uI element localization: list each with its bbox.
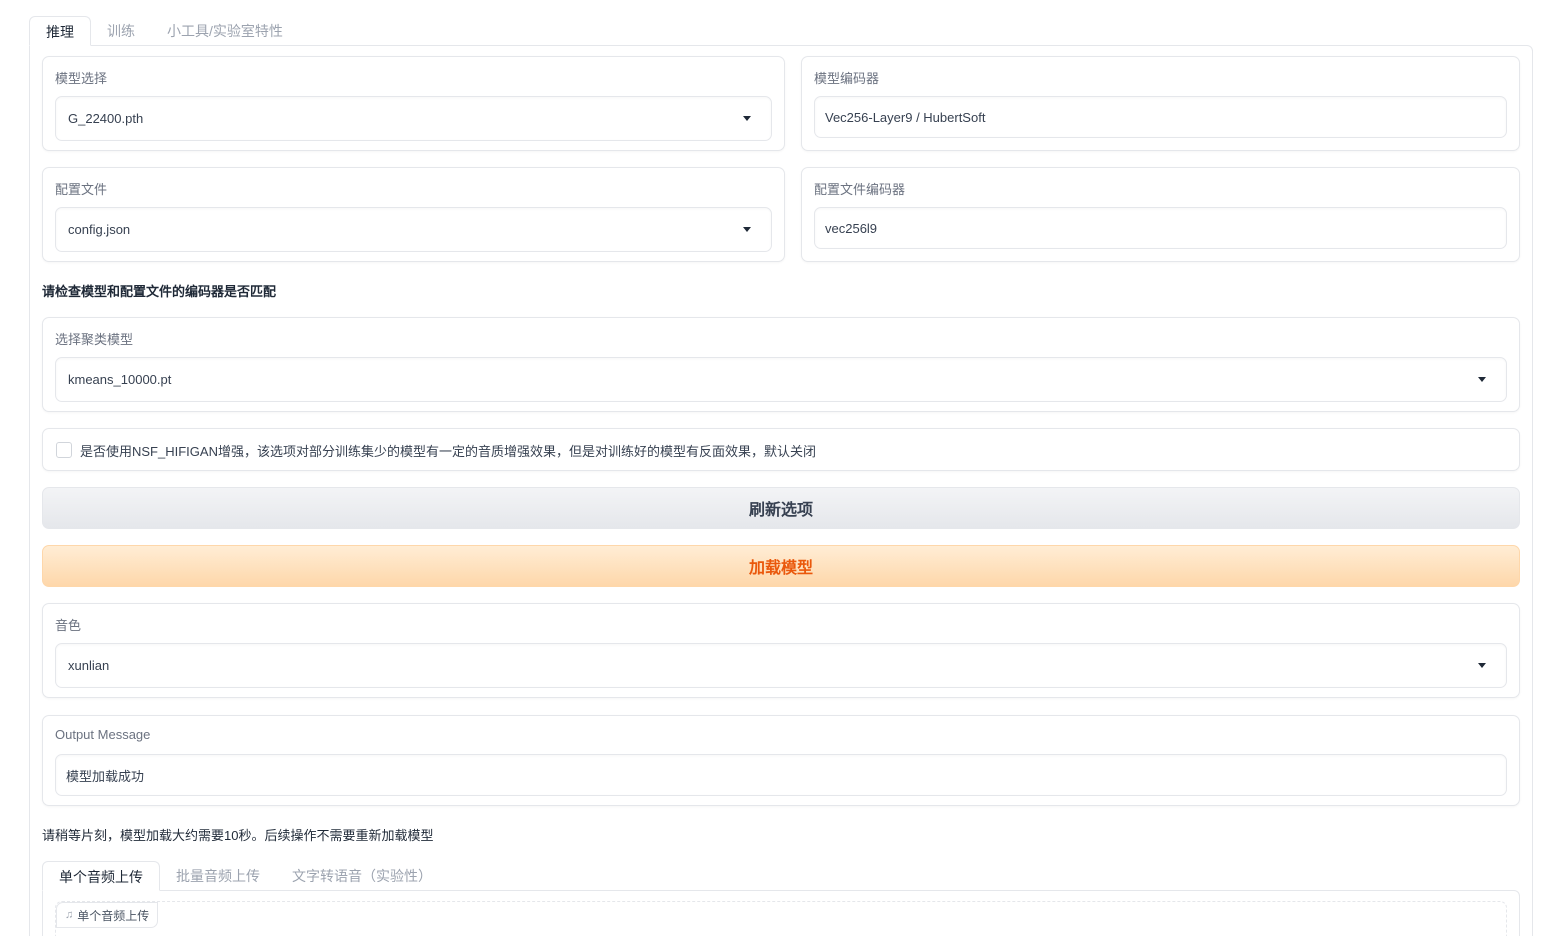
caret-down-icon	[1478, 376, 1486, 382]
cluster-model-dropdown[interactable]: kmeans_10000.pt	[55, 357, 1507, 402]
caret-down-icon	[1478, 662, 1486, 668]
model-encoder-label: 模型编码器	[814, 71, 880, 86]
tab-batch-audio[interactable]: 批量音频上传	[160, 861, 276, 891]
model-encoder-value: Vec256-Layer9 / HubertSoft	[825, 109, 986, 125]
nsf-hifigan-label[interactable]: 是否使用NSF_HIFIGAN增强，该选项对部分训练集少的模型有一定的音质增强效…	[80, 441, 816, 460]
config-encoder-block: 配置文件编码器 vec256l9	[801, 167, 1520, 262]
nsf-hifigan-checkbox[interactable]	[56, 442, 72, 458]
refresh-options-button[interactable]: 刷新选项	[42, 487, 1520, 529]
cluster-model-label: 选择聚类模型	[55, 332, 134, 347]
cluster-model-block: 选择聚类模型 kmeans_10000.pt	[42, 317, 1520, 412]
audio-tabbar: 单个音频上传 批量音频上传 文字转语音（实验性）	[42, 861, 448, 891]
config-encoder-label: 配置文件编码器	[814, 182, 906, 197]
output-message-field[interactable]: 模型加载成功	[55, 754, 1507, 796]
tab-tools-lab[interactable]: 小工具/实验室特性	[151, 16, 299, 46]
config-encoder-value: vec256l9	[825, 220, 878, 236]
load-model-button[interactable]: 加载模型	[42, 545, 1520, 587]
music-note-icon: ♫	[65, 909, 74, 921]
main-tabbar: 推理 训练 小工具/实验室特性	[29, 16, 299, 46]
speaker-dropdown[interactable]: xunlian	[55, 643, 1507, 688]
load-time-note: 请稍等片刻，模型加载大约需要10秒。后续操作不需要重新加载模型	[42, 828, 434, 843]
model-encoder-block: 模型编码器 Vec256-Layer9 / HubertSoft	[801, 56, 1520, 151]
config-file-block: 配置文件 config.json	[42, 167, 785, 262]
nsf-hifigan-block: 是否使用NSF_HIFIGAN增强，该选项对部分训练集少的模型有一定的音质增强效…	[42, 428, 1520, 471]
tab-text-to-speech[interactable]: 文字转语音（实验性）	[276, 861, 448, 891]
output-message-label: Output Message	[55, 727, 151, 742]
output-message-value: 模型加载成功	[66, 768, 145, 784]
model-select-label: 模型选择	[55, 71, 108, 86]
model-select-dropdown[interactable]: G_22400.pth	[55, 96, 772, 141]
config-file-label: 配置文件	[55, 182, 108, 197]
speaker-value: xunlian	[68, 658, 110, 673]
cluster-model-value: kmeans_10000.pt	[68, 372, 172, 387]
audio-upload-label-chip: ♫ 单个音频上传	[56, 902, 159, 928]
model-select-block: 模型选择 G_22400.pth	[42, 56, 785, 151]
tab-training[interactable]: 训练	[91, 16, 151, 46]
audio-upload-dropzone[interactable]: ♫ 单个音频上传	[55, 901, 1507, 936]
single-audio-panel: ♫ 单个音频上传	[42, 890, 1520, 936]
caret-down-icon	[743, 226, 751, 232]
speaker-label: 音色	[55, 618, 82, 633]
audio-upload-label: 单个音频上传	[77, 908, 150, 923]
model-encoder-field[interactable]: Vec256-Layer9 / HubertSoft	[814, 96, 1507, 138]
config-file-value: config.json	[68, 222, 131, 237]
output-message-block: Output Message 模型加载成功	[42, 715, 1520, 806]
encoder-warning: 请检查模型和配置文件的编码器是否匹配	[42, 284, 277, 299]
model-select-value: G_22400.pth	[68, 111, 144, 126]
config-file-dropdown[interactable]: config.json	[55, 207, 772, 252]
config-encoder-field[interactable]: vec256l9	[814, 207, 1507, 249]
speaker-block: 音色 xunlian	[42, 603, 1520, 698]
tab-inference[interactable]: 推理	[29, 16, 91, 46]
tab-single-audio[interactable]: 单个音频上传	[42, 861, 160, 891]
caret-down-icon	[743, 115, 751, 121]
